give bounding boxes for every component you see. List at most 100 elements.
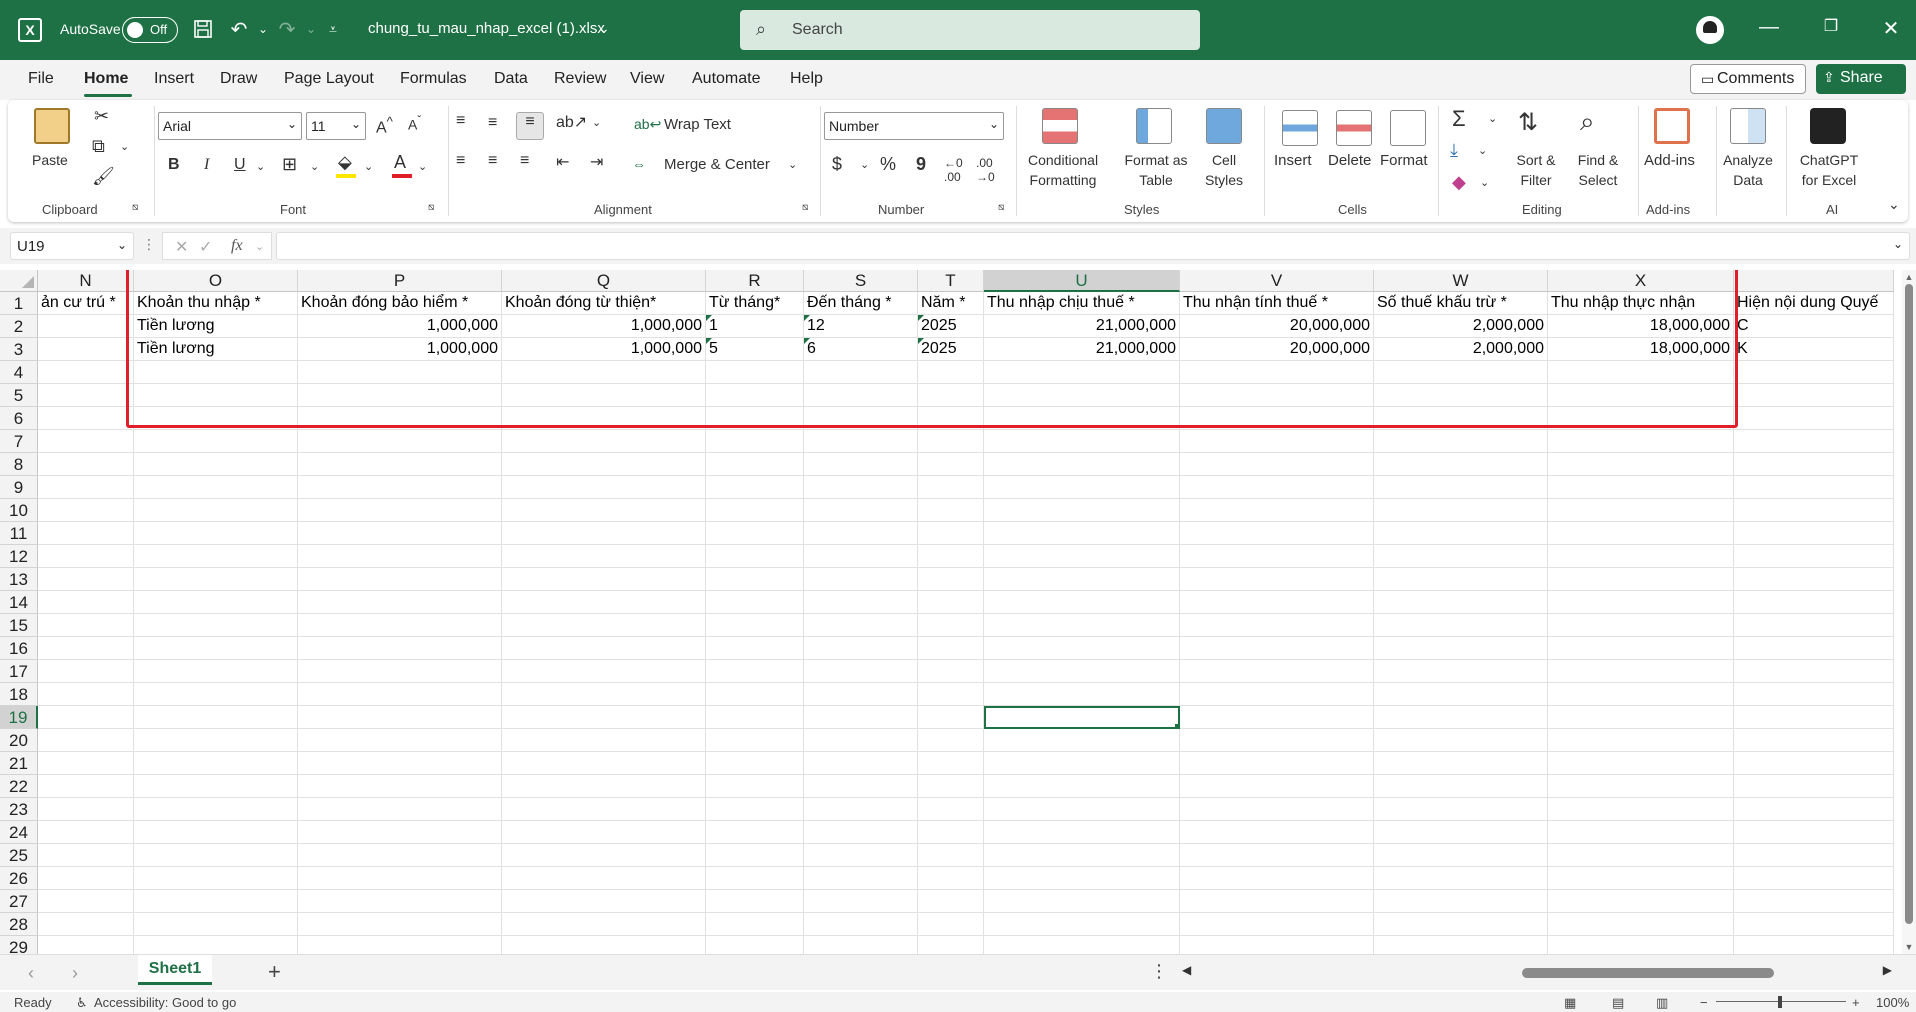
cell[interactable]	[1548, 637, 1734, 660]
cell[interactable]	[918, 499, 984, 522]
cell[interactable]	[134, 545, 298, 568]
cell[interactable]	[706, 660, 804, 683]
cell[interactable]	[134, 568, 298, 591]
cell[interactable]	[134, 361, 298, 384]
cell[interactable]	[1374, 476, 1548, 499]
cell[interactable]	[1374, 752, 1548, 775]
underline-button[interactable]: U	[234, 156, 246, 174]
cell[interactable]	[706, 568, 804, 591]
cell[interactable]	[1180, 499, 1374, 522]
fill-color-icon[interactable]: ⬙	[338, 152, 352, 173]
autosum-dropdown-icon[interactable]: ⌄	[1488, 112, 1497, 125]
cell[interactable]	[38, 545, 134, 568]
cell[interactable]	[38, 476, 134, 499]
cell[interactable]	[134, 844, 298, 867]
cell[interactable]	[1180, 361, 1374, 384]
delete-cells-icon[interactable]	[1336, 110, 1372, 146]
cell[interactable]	[1548, 683, 1734, 706]
column-header[interactable]: P	[298, 270, 502, 292]
cell[interactable]	[1548, 775, 1734, 798]
cell[interactable]	[804, 844, 918, 867]
cell[interactable]	[804, 499, 918, 522]
row-header[interactable]: 19	[0, 706, 38, 729]
cell[interactable]	[706, 706, 804, 729]
cell[interactable]	[134, 729, 298, 752]
insert-cells-button[interactable]: Insert	[1274, 152, 1312, 169]
cell[interactable]	[1180, 775, 1374, 798]
percent-button[interactable]: %	[880, 154, 896, 175]
header-cell[interactable]: Khoản thu nhập *	[134, 292, 298, 315]
zoom-out-icon[interactable]: −	[1700, 995, 1708, 1010]
find-select-button[interactable]: Find & Select	[1570, 150, 1626, 190]
cell[interactable]	[502, 476, 706, 499]
row-header[interactable]: 17	[0, 660, 38, 683]
cell[interactable]	[1548, 384, 1734, 407]
cell[interactable]	[1734, 522, 1894, 545]
cell[interactable]	[706, 752, 804, 775]
font-launcher-icon[interactable]: ⧅	[428, 202, 434, 213]
cell[interactable]	[918, 522, 984, 545]
menu-insert[interactable]: Insert	[154, 70, 194, 88]
number-launcher-icon[interactable]: ⧅	[998, 202, 1004, 213]
cell-styles-icon[interactable]	[1206, 108, 1242, 144]
cell[interactable]	[984, 522, 1180, 545]
header-cell[interactable]: ản cư trú *	[38, 292, 134, 315]
undo-icon[interactable]: ↶	[226, 16, 252, 42]
cell[interactable]	[38, 752, 134, 775]
cell[interactable]	[1734, 844, 1894, 867]
cell[interactable]	[1734, 545, 1894, 568]
avatar[interactable]	[1696, 16, 1724, 44]
bold-button[interactable]: B	[168, 156, 180, 174]
cut-icon[interactable]: ✂	[94, 106, 109, 127]
data-cell[interactable]: 2,000,000	[1374, 315, 1548, 338]
cell[interactable]	[502, 591, 706, 614]
cell[interactable]	[502, 706, 706, 729]
row-header[interactable]: 1	[0, 292, 38, 315]
column-header[interactable]: U	[984, 270, 1180, 292]
row-header[interactable]: 5	[0, 384, 38, 407]
cell[interactable]	[984, 798, 1180, 821]
cell[interactable]	[134, 476, 298, 499]
cell[interactable]	[918, 936, 984, 954]
cell[interactable]	[1180, 913, 1374, 936]
cell[interactable]	[502, 867, 706, 890]
cell[interactable]	[1734, 637, 1894, 660]
redo-icon[interactable]: ↷	[274, 16, 300, 42]
cell[interactable]	[706, 453, 804, 476]
cell[interactable]	[918, 775, 984, 798]
cell[interactable]	[984, 729, 1180, 752]
cell[interactable]	[502, 936, 706, 954]
cell[interactable]	[1734, 614, 1894, 637]
cell[interactable]	[1548, 660, 1734, 683]
data-cell[interactable]: 5	[706, 338, 804, 361]
header-cell[interactable]: Khoản đóng bảo hiểm *	[298, 292, 502, 315]
cell[interactable]	[134, 614, 298, 637]
restore-icon[interactable]: ❐	[1816, 16, 1846, 36]
clear-icon[interactable]: ◆	[1452, 172, 1466, 193]
column-header[interactable]: X	[1548, 270, 1734, 292]
cell[interactable]	[918, 729, 984, 752]
row-header[interactable]: 22	[0, 775, 38, 798]
cell[interactable]	[984, 407, 1180, 430]
cell[interactable]	[804, 637, 918, 660]
cell[interactable]	[804, 821, 918, 844]
header-cell[interactable]: Số thuế khấu trừ *	[1374, 292, 1548, 315]
cell[interactable]	[502, 683, 706, 706]
cell[interactable]	[1374, 453, 1548, 476]
add-ins-icon[interactable]	[1654, 108, 1690, 144]
cell[interactable]	[984, 867, 1180, 890]
autosum-button[interactable]: Σ	[1452, 106, 1466, 132]
cell[interactable]	[134, 683, 298, 706]
fill-dropdown-icon[interactable]: ⌄	[364, 160, 373, 173]
cell[interactable]	[1734, 407, 1894, 430]
cell[interactable]	[38, 821, 134, 844]
orientation-icon[interactable]: ab↗	[556, 112, 587, 132]
data-cell[interactable]: Tiền lương	[134, 315, 298, 338]
merge-dropdown-icon[interactable]: ⌄	[788, 158, 797, 171]
cell[interactable]	[134, 384, 298, 407]
cell[interactable]	[502, 890, 706, 913]
cell[interactable]	[1180, 614, 1374, 637]
cell[interactable]	[1548, 591, 1734, 614]
cell[interactable]	[38, 798, 134, 821]
cell[interactable]	[1374, 844, 1548, 867]
